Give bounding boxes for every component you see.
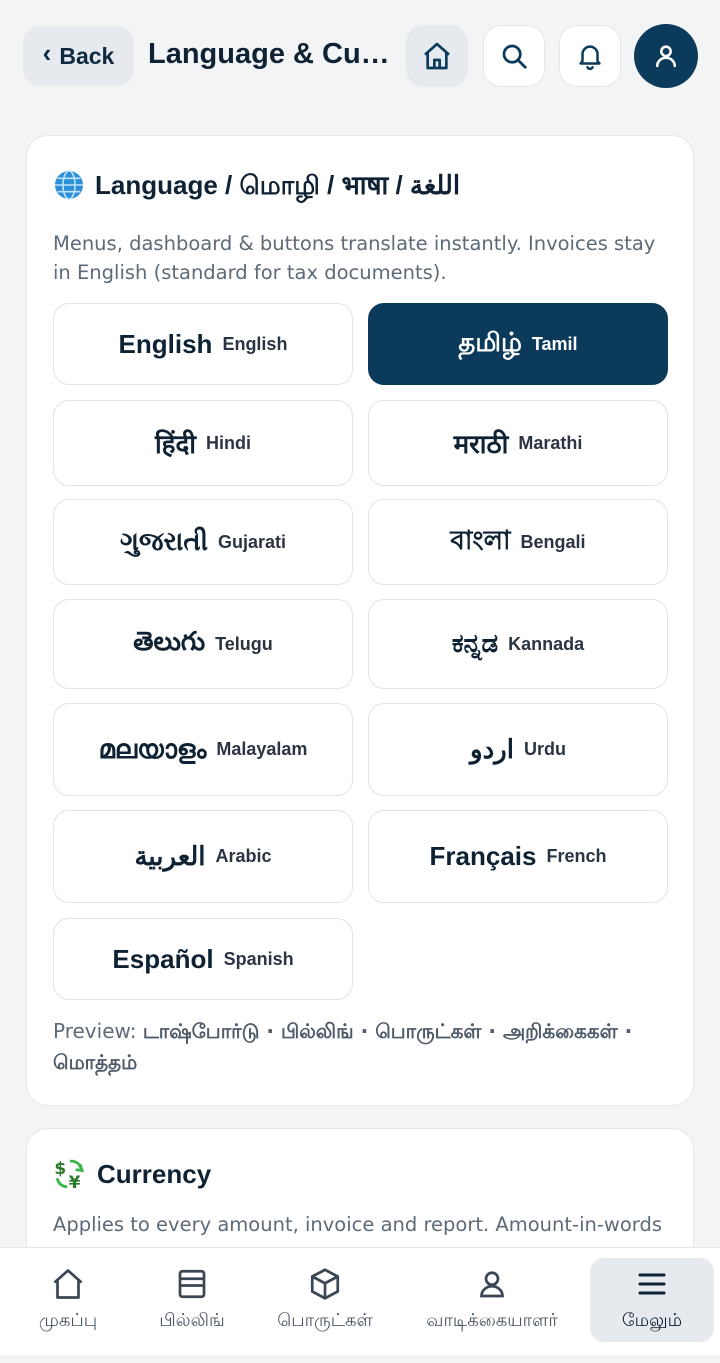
language-english-name: Hindi bbox=[206, 432, 252, 453]
currency-description: Applies to every amount, invoice and rep… bbox=[53, 1213, 662, 1236]
language-english-name: English bbox=[222, 333, 288, 354]
language-preview: Preview: டாஷ்போர்டு · பில்லிங் · பொருட்க… bbox=[53, 1016, 653, 1078]
home-icon bbox=[53, 1269, 83, 1299]
notifications-button[interactable] bbox=[559, 25, 621, 87]
language-english-name: Tamil bbox=[531, 333, 578, 354]
language-native-name: मराठी bbox=[453, 429, 509, 459]
bottom-navigation: முகப்பு பில்லிங் பொருட்கள் வாடிக்கையாளர்… bbox=[0, 1247, 720, 1363]
language-description: Menus, dashboard & buttons translate ins… bbox=[53, 232, 656, 284]
language-option-french[interactable]: Français French bbox=[368, 810, 668, 903]
language-native-name: മലയാളം bbox=[98, 733, 207, 764]
user-icon bbox=[655, 45, 677, 68]
language-native-name: বাংলা bbox=[450, 525, 511, 555]
nav-item-products[interactable]: பொருட்கள் bbox=[263, 1258, 387, 1342]
language-english-name: Malayalam bbox=[216, 739, 308, 759]
language-option-spanish[interactable]: Español Spanish bbox=[53, 918, 353, 1000]
language-english-name: Telugu bbox=[215, 633, 273, 654]
currency-card-title: $ ¥ Currency bbox=[53, 1157, 212, 1192]
page-title: Language & Curr... bbox=[148, 38, 396, 70]
language-native-name: తెలుగు bbox=[133, 625, 206, 656]
search-button[interactable] bbox=[483, 25, 545, 87]
language-option-gujarati[interactable]: ગુજરાતી Gujarati bbox=[53, 499, 353, 585]
search-icon bbox=[502, 44, 527, 69]
language-english-name: Arabic bbox=[215, 846, 272, 866]
nav-item-label: வாடிக்கையாளர் bbox=[426, 1310, 558, 1331]
language-english-name: Spanish bbox=[223, 948, 294, 969]
language-english-name: Kannada bbox=[508, 633, 585, 654]
language-option-bengali[interactable]: বাংলা Bengali bbox=[368, 499, 668, 585]
svg-text:¥: ¥ bbox=[69, 1173, 81, 1191]
language-option-marathi[interactable]: मराठी Marathi bbox=[368, 400, 668, 486]
nav-item-label: பொருட்கள் bbox=[277, 1310, 373, 1331]
language-native-name: English bbox=[118, 328, 213, 359]
language-english-name: Urdu bbox=[523, 739, 566, 759]
app-header: ‹ Back Language & Curr... bbox=[0, 0, 720, 112]
menu-icon bbox=[638, 1273, 666, 1295]
language-native-name: اردو bbox=[470, 734, 514, 764]
svg-text:$: $ bbox=[54, 1159, 66, 1179]
language-option-telugu[interactable]: తెలుగు Telugu bbox=[53, 599, 353, 689]
globe-icon bbox=[55, 170, 83, 200]
language-option-tamil[interactable]: தமிழ் Tamil bbox=[368, 303, 668, 385]
language-option-arabic[interactable]: العربية Arabic bbox=[53, 810, 353, 903]
billing-icon bbox=[178, 1269, 206, 1299]
bottom-safe-area bbox=[0, 1355, 720, 1363]
language-english-name: Marathi bbox=[518, 432, 583, 453]
home-button[interactable] bbox=[406, 25, 468, 87]
box-icon bbox=[310, 1268, 340, 1300]
preview-label: Preview: bbox=[53, 1019, 137, 1043]
language-card: Language / மொழி / भाषा / اللغة Menus, da… bbox=[26, 135, 694, 1106]
currency-exchange-icon: $ ¥ bbox=[54, 1159, 85, 1191]
nav-item-home[interactable]: முகப்பு bbox=[6, 1258, 130, 1342]
language-option-kannada[interactable]: ಕನ್ನಡ Kannada bbox=[368, 599, 668, 689]
language-english-name: French bbox=[546, 846, 607, 866]
back-button-label: Back bbox=[59, 42, 115, 69]
language-native-name: Français bbox=[429, 841, 537, 871]
currency-title-text: Currency bbox=[97, 1158, 212, 1189]
language-native-name: ગુજરાતી bbox=[119, 526, 209, 556]
bell-icon bbox=[579, 45, 601, 71]
language-option-malayalam[interactable]: മലയാളം Malayalam bbox=[53, 703, 353, 796]
home-icon bbox=[424, 42, 450, 70]
language-option-hindi[interactable]: हिंदी Hindi bbox=[53, 400, 353, 486]
language-native-name: Español bbox=[112, 943, 214, 974]
language-option-urdu[interactable]: اردو Urdu bbox=[368, 703, 668, 796]
nav-item-label: பில்லிங் bbox=[159, 1310, 225, 1331]
language-native-name: العربية bbox=[134, 841, 206, 871]
language-title-text: Language / மொழி / भाषा / اللغة bbox=[95, 170, 461, 200]
nav-item-billing[interactable]: பில்லிங் bbox=[130, 1258, 254, 1342]
preview-text: டாஷ்போர்டு · பில்லிங் · பொருட்கள் · அறிக… bbox=[53, 1019, 633, 1074]
language-option-english[interactable]: English English bbox=[53, 303, 353, 385]
language-english-name: Gujarati bbox=[218, 531, 287, 552]
profile-avatar-button[interactable] bbox=[634, 24, 698, 88]
language-english-name: Bengali bbox=[520, 531, 586, 552]
nav-item-more[interactable]: மேலும் bbox=[590, 1258, 714, 1342]
back-button[interactable]: ‹ Back bbox=[23, 26, 134, 86]
customer-icon bbox=[480, 1271, 504, 1298]
language-native-name: ಕನ್ನಡ bbox=[451, 628, 499, 658]
language-native-name: हिंदी bbox=[154, 429, 197, 459]
nav-item-label: முகப்பு bbox=[38, 1310, 98, 1331]
nav-item-label: மேலும் bbox=[621, 1310, 683, 1331]
language-card-title: Language / மொழி / भाषा / اللغة bbox=[53, 166, 460, 204]
language-native-name: தமிழ் bbox=[458, 327, 522, 357]
chevron-left-icon: ‹ bbox=[42, 38, 52, 68]
nav-item-customers[interactable]: வாடிக்கையாளர் bbox=[402, 1258, 582, 1342]
